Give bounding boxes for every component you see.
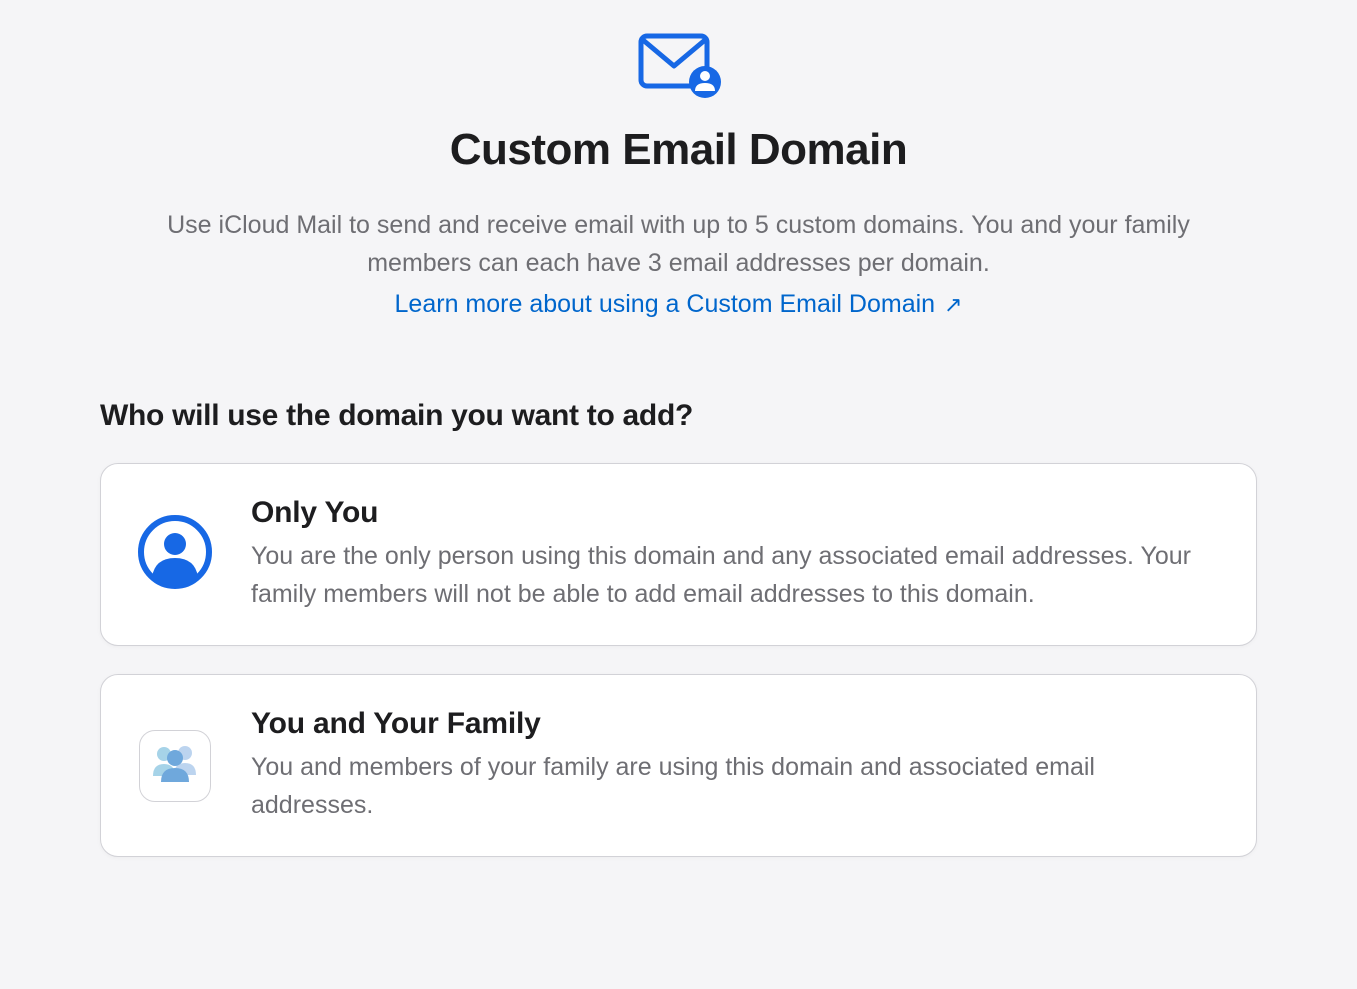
mail-person-icon	[635, 30, 723, 103]
option-family-content: You and Your Family You and members of y…	[251, 707, 1220, 824]
learn-more-link[interactable]: Learn more about using a Custom Email Do…	[100, 290, 1257, 319]
option-family-icon-container	[137, 730, 213, 802]
option-family[interactable]: You and Your Family You and members of y…	[100, 674, 1257, 857]
option-only-you[interactable]: Only You You are the only person using t…	[100, 463, 1257, 646]
learn-more-text: Learn more about using a Custom Email Do…	[395, 290, 936, 318]
option-only-you-content: Only You You are the only person using t…	[251, 496, 1220, 613]
person-circle-icon	[137, 514, 213, 595]
page-title: Custom Email Domain	[100, 125, 1257, 175]
section-heading: Who will use the domain you want to add?	[100, 399, 1257, 433]
family-group-icon	[149, 742, 201, 789]
option-family-title: You and Your Family	[251, 707, 1220, 741]
option-only-you-icon-container	[137, 514, 213, 595]
option-only-you-desc: You are the only person using this domai…	[251, 538, 1220, 613]
external-link-arrow-icon: ↗	[944, 292, 962, 317]
header-icon-container	[100, 30, 1257, 103]
family-icon-box	[139, 730, 211, 802]
intro-text: Use iCloud Mail to send and receive emai…	[149, 207, 1209, 282]
option-only-you-title: Only You	[251, 496, 1220, 530]
option-family-desc: You and members of your family are using…	[251, 749, 1220, 824]
